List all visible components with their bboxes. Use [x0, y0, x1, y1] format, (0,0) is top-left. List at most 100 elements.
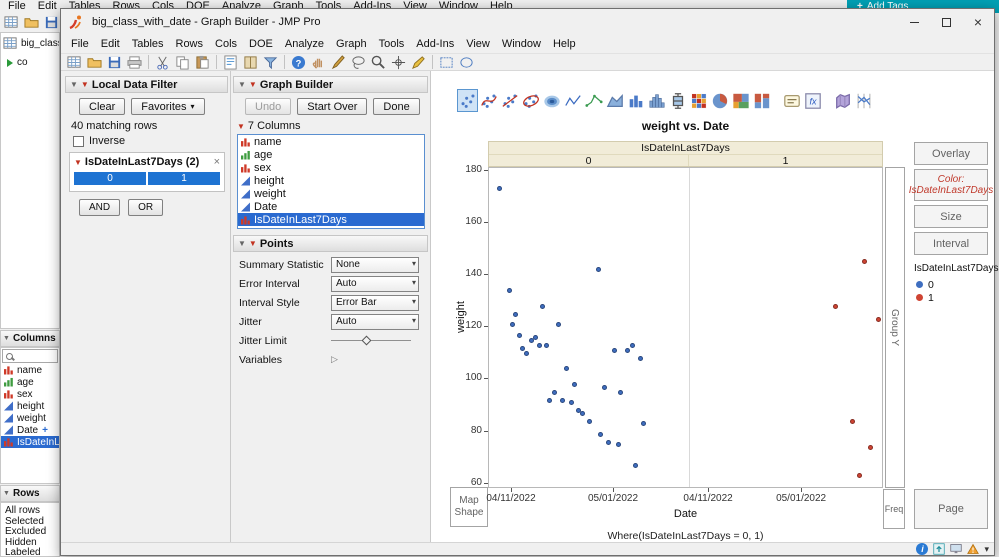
- legend-item-1[interactable]: 1: [916, 291, 934, 304]
- copy-icon[interactable]: [173, 54, 192, 71]
- crosshair-icon[interactable]: [389, 54, 408, 71]
- scatter-point[interactable]: [510, 322, 515, 327]
- heatmap-chart-icon[interactable]: [688, 89, 709, 112]
- save-icon[interactable]: [105, 54, 124, 71]
- plot-area[interactable]: [488, 167, 883, 488]
- menu-tables[interactable]: Tables: [126, 35, 170, 53]
- bar-chart-icon[interactable]: [625, 89, 646, 112]
- scatter-point[interactable]: [618, 390, 623, 395]
- column-item-name[interactable]: name: [1, 364, 59, 376]
- column-item-weight[interactable]: weight: [1, 412, 59, 424]
- menu-edit[interactable]: Edit: [32, 0, 63, 13]
- menu-view[interactable]: View: [460, 35, 496, 53]
- new-data-table-icon[interactable]: [65, 54, 84, 71]
- done-button[interactable]: Done: [373, 98, 419, 115]
- favorites-button[interactable]: Favorites▾: [131, 98, 204, 115]
- page-zone[interactable]: Page: [914, 489, 988, 529]
- menu-add-ins[interactable]: Add-Ins: [410, 35, 460, 53]
- scatter-point[interactable]: [580, 411, 585, 416]
- annotate-icon[interactable]: [409, 54, 428, 71]
- scatter-point[interactable]: [598, 432, 603, 437]
- bg-table-item[interactable]: big_class...: [1, 33, 59, 54]
- scatter-point[interactable]: [520, 346, 525, 351]
- interval-style-select[interactable]: Error Bar▾: [331, 295, 419, 311]
- menu-analyze[interactable]: Analyze: [279, 35, 330, 53]
- upload-icon[interactable]: [933, 543, 945, 555]
- points-chart-icon[interactable]: [457, 89, 478, 112]
- menu-edit[interactable]: Edit: [95, 35, 126, 53]
- open-icon[interactable]: [85, 54, 104, 71]
- area-chart-icon[interactable]: [604, 89, 625, 112]
- data-filter-icon[interactable]: [261, 54, 280, 71]
- cut-icon[interactable]: [153, 54, 172, 71]
- rows-item-excluded[interactable]: Excluded: [1, 526, 59, 537]
- rows-item-hidden[interactable]: Hidden: [1, 537, 59, 548]
- scatter-point[interactable]: [513, 312, 518, 317]
- script-editor-icon[interactable]: [221, 54, 240, 71]
- summary-statistic-select[interactable]: None▾: [331, 257, 419, 273]
- column-item-name[interactable]: name: [238, 135, 424, 148]
- collapse-icon[interactable]: ▼: [238, 80, 246, 89]
- freq-zone[interactable]: Freq: [883, 489, 905, 529]
- scatter-point[interactable]: [572, 382, 577, 387]
- box-plot-chart-icon[interactable]: [667, 89, 688, 112]
- scatter-point[interactable]: [507, 288, 512, 293]
- ellipse-chart-icon[interactable]: [520, 89, 541, 112]
- formula-chart-icon[interactable]: fx: [802, 89, 823, 112]
- undo-button[interactable]: Undo: [245, 98, 291, 115]
- scatter-point[interactable]: [596, 267, 601, 272]
- column-item-sex[interactable]: sex: [1, 388, 59, 400]
- scatter-point[interactable]: [625, 348, 630, 353]
- menu-window[interactable]: Window: [496, 35, 547, 53]
- legend-item-0[interactable]: 0: [916, 278, 934, 291]
- column-item-age[interactable]: age: [238, 148, 424, 161]
- info-icon[interactable]: i: [916, 543, 928, 555]
- treemap-chart-icon[interactable]: [730, 89, 751, 112]
- scatter-point[interactable]: [612, 348, 617, 353]
- inverse-checkbox[interactable]: [73, 136, 84, 147]
- smoother-chart-icon[interactable]: [478, 89, 499, 112]
- column-item-sex[interactable]: sex: [238, 161, 424, 174]
- magnifier-icon[interactable]: [369, 54, 388, 71]
- menu-doe[interactable]: DOE: [243, 35, 279, 53]
- close-button[interactable]: ×: [962, 9, 994, 35]
- line-chart-icon[interactable]: [562, 89, 583, 112]
- path-chart-icon[interactable]: [583, 89, 604, 112]
- filter-red-triangle-icon[interactable]: ▼: [74, 158, 82, 167]
- columns-search-box[interactable]: [2, 349, 58, 363]
- brush-icon[interactable]: [329, 54, 348, 71]
- start-over-button[interactable]: Start Over: [297, 98, 367, 115]
- scatter-point[interactable]: [857, 473, 862, 478]
- scatter-point[interactable]: [606, 440, 611, 445]
- red-triangle-menu-icon[interactable]: ▼: [249, 80, 257, 89]
- scatter-point[interactable]: [569, 400, 574, 405]
- column-item-weight[interactable]: weight: [238, 187, 424, 200]
- jitter-select[interactable]: Auto▾: [331, 314, 419, 330]
- filter-segment-0[interactable]: 0: [74, 172, 148, 185]
- menu-cols[interactable]: Cols: [209, 35, 243, 53]
- size-zone[interactable]: Size: [914, 205, 988, 228]
- caret-down-icon[interactable]: ▾: [984, 544, 989, 555]
- rows-item-all-rows[interactable]: All rows: [1, 505, 59, 516]
- column-item-height[interactable]: height: [238, 174, 424, 187]
- column-item-date[interactable]: Date+: [1, 424, 59, 436]
- points-red-triangle-icon[interactable]: ▼: [249, 239, 257, 248]
- alert-icon[interactable]: [967, 543, 979, 555]
- filter-close-icon[interactable]: ×: [214, 156, 220, 168]
- scatter-point[interactable]: [524, 351, 529, 356]
- column-item-isdateinlast7days[interactable]: IsDateInLast7Days: [238, 213, 424, 226]
- scatter-point[interactable]: [850, 419, 855, 424]
- menu-rows[interactable]: Rows: [170, 35, 210, 53]
- column-item-date[interactable]: Date: [238, 200, 424, 213]
- interval-zone[interactable]: Interval: [914, 232, 988, 255]
- scatter-point[interactable]: [833, 304, 838, 309]
- rect-select-icon[interactable]: [437, 54, 456, 71]
- pie-chart-icon[interactable]: [709, 89, 730, 112]
- bg-columns-header[interactable]: ▼ Columns (: [0, 330, 60, 347]
- or-button[interactable]: OR: [128, 199, 163, 216]
- column-item-age[interactable]: age: [1, 376, 59, 388]
- oval-select-icon[interactable]: [457, 54, 476, 71]
- scatter-point[interactable]: [862, 259, 867, 264]
- scatter-point[interactable]: [544, 343, 549, 348]
- scatter-point[interactable]: [630, 343, 635, 348]
